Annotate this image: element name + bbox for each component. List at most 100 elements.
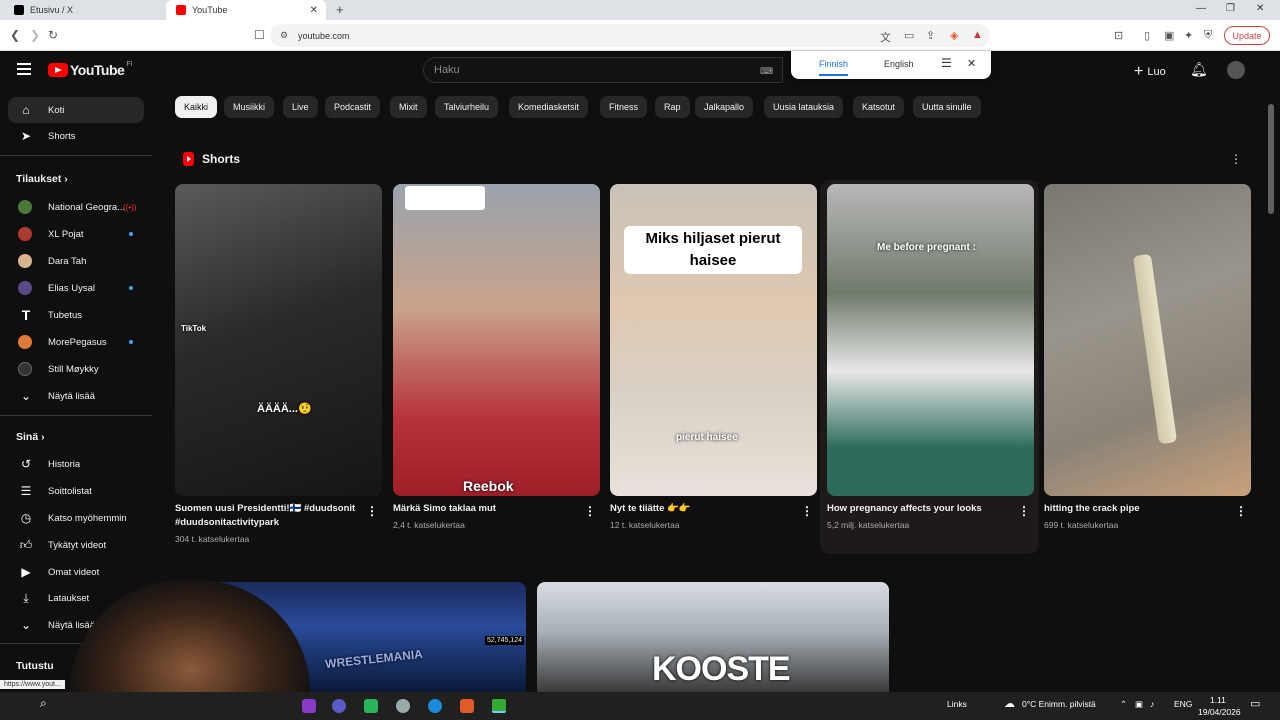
sidebar-item-channel[interactable]: Still Møykky [8, 356, 144, 382]
extensions-icon[interactable]: ⊡ [1114, 29, 1123, 42]
app-icon[interactable] [396, 699, 410, 713]
bookmark-icon[interactable]: ☐ [254, 28, 265, 42]
chevron-up-icon[interactable]: ⌃ [1120, 699, 1127, 710]
menu-icon[interactable] [17, 63, 31, 78]
app-icon[interactable] [332, 699, 346, 713]
chip-podcasts[interactable]: Podcastit [325, 96, 381, 118]
short-title[interactable]: hitting the crack pipe [1044, 502, 1229, 516]
short-title[interactable]: Nyt te tiiätte 👉👉 [610, 502, 795, 516]
sidebar-item-playlists[interactable]: ☰ Soittolistat [8, 478, 144, 504]
chip-mixes[interactable]: Mixit [390, 96, 427, 118]
sidebar-item-liked[interactable]: 👍︎ Tykätyt videot [8, 532, 144, 558]
create-button[interactable]: + Luo [1134, 63, 1166, 81]
short-title[interactable]: Märkä Simo taklaa mut [393, 502, 578, 516]
brave-icon[interactable] [460, 699, 474, 713]
sidebar-item-channel[interactable]: National Geogra... ((•)) [8, 194, 144, 220]
page-scrollbar[interactable] [1268, 104, 1274, 214]
short-card[interactable]: Reebok Märkä Simo taklaa mut 2,4 t. kats… [393, 184, 600, 554]
short-card[interactable]: TikTok ÄÄÄÄ...🤨 Suomen uusi Presidentti!… [175, 184, 382, 554]
close-icon[interactable]: ✕ [967, 57, 976, 70]
short-thumbnail[interactable]: TikTok ÄÄÄÄ...🤨 [175, 184, 382, 496]
speaker-icon[interactable]: ♪ [1150, 699, 1154, 709]
chip-comedy[interactable]: Komediasketsit [509, 96, 589, 118]
sidebar-item-home[interactable]: ⌂ Koti [8, 97, 144, 123]
chip-new-to-you[interactable]: Uutta sinulle [913, 96, 981, 118]
minimize-icon[interactable]: — [1196, 3, 1206, 14]
reload-icon[interactable]: ↻ [48, 28, 58, 42]
short-thumbnail[interactable]: Reebok [393, 184, 600, 496]
close-window-icon[interactable]: ✕ [1256, 3, 1264, 14]
clock-date[interactable]: 19/04/2026 [1198, 707, 1241, 717]
subscriptions-heading[interactable]: Tilaukset › [16, 173, 68, 185]
sidebar-item-your-videos[interactable]: ▶ Omat videot [8, 559, 144, 585]
weather-text[interactable]: 0°C Enimm. pilvistä [1022, 699, 1096, 709]
clock-time[interactable]: 1.11 [1210, 695, 1226, 705]
translate-icon[interactable]: 文 [880, 29, 891, 45]
more-options-icon[interactable]: ⋮ [801, 504, 813, 518]
back-icon[interactable]: ❮ [10, 28, 20, 42]
short-title[interactable]: How pregnancy affects your looks [827, 502, 1012, 516]
translate-option-english[interactable]: English [884, 59, 914, 69]
youtube-logo[interactable]: YouTube FI [48, 61, 133, 78]
chip-watched[interactable]: Katsotut [853, 96, 905, 118]
sidebar-toggle-icon[interactable]: ▯ [1144, 29, 1150, 42]
sidebar-item-channel[interactable]: Elias Uysal [8, 275, 144, 301]
update-button[interactable]: Update [1224, 26, 1270, 45]
keyboard-icon[interactable]: ⌨ [760, 66, 773, 77]
show-more-button[interactable]: ⌄ Näytä lisää [8, 383, 144, 409]
vpn-icon[interactable]: ⛨ [1204, 29, 1212, 42]
more-options-icon[interactable]: ⋮ [1018, 504, 1030, 518]
new-tab-button[interactable]: + [336, 2, 344, 17]
short-title[interactable]: Suomen uusi Presidentti!🇫🇮 #duudsonit #d… [175, 502, 360, 530]
short-thumbnail[interactable] [1044, 184, 1251, 496]
chip-all[interactable]: Kaikki [175, 96, 218, 118]
video-thumbnail[interactable]: KOOSTE [537, 582, 889, 692]
tab-youtube[interactable]: YouTube ✕ [166, 0, 326, 20]
forward-icon[interactable]: ❯ [30, 28, 40, 42]
short-thumbnail[interactable]: Miks hiljaset pierut haisee pierut haise… [610, 184, 817, 496]
more-options-icon[interactable]: ⋮ [584, 504, 596, 518]
more-options-icon[interactable]: ⋮ [1230, 152, 1242, 166]
rewards-icon[interactable]: ▲ [972, 29, 983, 41]
screenshot-icon[interactable]: ▭ [904, 29, 914, 42]
sidebar-item-channel[interactable]: XL Pojat [8, 221, 144, 247]
sidebar-item-shorts[interactable]: ➤ Shorts [8, 123, 144, 149]
search-icon[interactable]: ⌕ [40, 696, 47, 711]
brave-shield-icon[interactable]: ◈ [950, 29, 958, 42]
sidebar-item-history[interactable]: ↺ Historia [8, 451, 144, 477]
avatar[interactable] [1227, 61, 1245, 79]
share-icon[interactable]: ⇪ [926, 29, 935, 42]
tray-icon[interactable]: ▣ [1135, 699, 1143, 710]
chip-fitness[interactable]: Fitness [600, 96, 648, 118]
taskbar-links[interactable]: Links [947, 699, 967, 709]
translate-option-finnish[interactable]: Finnish [819, 59, 849, 76]
tab-x[interactable]: Etusivu / X [4, 0, 164, 20]
maximize-icon[interactable]: ❐ [1226, 3, 1235, 14]
short-card[interactable]: hitting the crack pipe 699 t. katseluker… [1044, 184, 1251, 554]
wallet-icon[interactable]: ▣ [1164, 29, 1174, 42]
sidebar-item-watch-later[interactable]: ◷ Katso myöhemmin [8, 505, 144, 531]
notifications-icon[interactable]: 🔔︎ [1190, 61, 1208, 78]
chip-rap[interactable]: Rap [655, 96, 690, 118]
chip-music[interactable]: Musiikki [224, 96, 275, 118]
translate-menu-icon[interactable]: ☰ [941, 56, 952, 70]
site-info-icon[interactable]: ⚙ [280, 30, 288, 41]
notification-center-icon[interactable]: ▭ [1250, 697, 1260, 710]
short-card[interactable]: Me before pregnant : How pregnancy affec… [827, 184, 1034, 554]
leo-icon[interactable]: ✦ [1184, 29, 1193, 42]
language-indicator[interactable]: ENG [1174, 699, 1192, 709]
sidebar-item-channel[interactable]: Dara Tah [8, 248, 144, 274]
chip-live[interactable]: Live [283, 96, 318, 118]
app-icon[interactable] [364, 699, 378, 713]
app-icon[interactable] [492, 699, 506, 713]
search-input[interactable]: Haku [423, 57, 783, 83]
chip-football[interactable]: Jalkapallo [695, 96, 754, 118]
short-thumbnail[interactable]: Me before pregnant : [827, 184, 1034, 496]
you-heading[interactable]: Sinä › [16, 431, 45, 443]
chip-winter-sports[interactable]: Talviurheilu [435, 96, 499, 118]
edge-icon[interactable] [428, 699, 442, 713]
sidebar-item-channel[interactable]: T Tubetus [8, 302, 144, 328]
app-icon[interactable] [302, 699, 316, 713]
more-options-icon[interactable]: ⋮ [1235, 504, 1247, 518]
close-tab-icon[interactable]: ✕ [310, 5, 318, 16]
